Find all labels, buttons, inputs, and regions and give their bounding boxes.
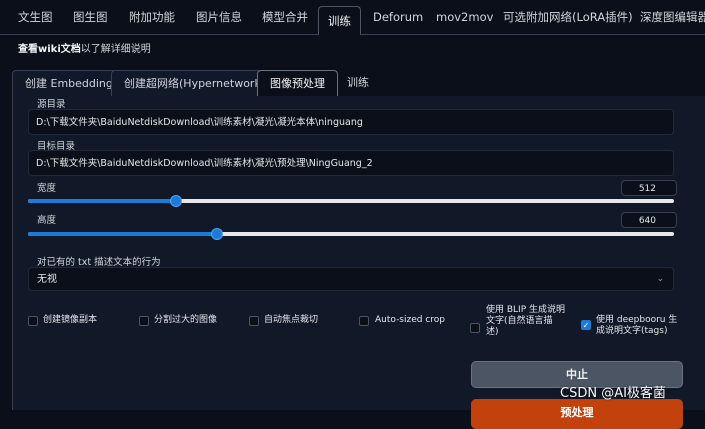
- blip-caption-label-line: 使用 BLIP 生成说明: [486, 305, 565, 315]
- deepbooru-caption-label-line: 成说明文字(tags): [596, 326, 668, 336]
- blip-caption-checkbox[interactable]: [470, 323, 480, 333]
- txt-action-label: 对已有的 txt 描述文本的行为: [37, 257, 161, 268]
- split-oversized-checkbox[interactable]: [139, 316, 149, 326]
- check-icon: ✓: [582, 321, 590, 330]
- tab-create-embedding[interactable]: 创建 Embedding: [12, 70, 126, 97]
- top-nav: 文生图 图生图 附加功能 图片信息 模型合并 训练 Deforum mov2mo…: [0, 0, 705, 35]
- deepbooru-caption-label: 使用 deepbooru 生 成说明文字(tags): [596, 315, 677, 337]
- tab-preprocess-images[interactable]: 图像预处理: [257, 70, 338, 98]
- wiki-link[interactable]: 查看wiki文档: [18, 44, 81, 55]
- split-oversized-label: 分割过大的图像: [154, 315, 218, 325]
- auto-sized-crop-label: Auto-sized crop: [375, 315, 446, 325]
- source-dir-label: 源目录: [37, 99, 66, 110]
- blip-caption-label: 使用 BLIP 生成说明 文字(自然语言描 述): [486, 305, 565, 338]
- height-slider[interactable]: [28, 228, 674, 240]
- tab-checkpoint-merger[interactable]: 模型合并: [262, 0, 308, 34]
- watermark: CSDN @AI极客菌: [560, 386, 666, 401]
- width-slider-fill: [28, 199, 176, 203]
- deepbooru-caption-label-line: 使用 deepbooru 生: [596, 315, 678, 325]
- height-number-input[interactable]: 640: [621, 212, 677, 228]
- wiki-notice-text: 以了解详细说明: [80, 44, 151, 55]
- tab-additional-networks[interactable]: 可选附加网络(LoRA插件): [503, 0, 633, 34]
- height-slider-fill: [28, 232, 217, 236]
- auto-focal-crop-checkbox[interactable]: [249, 316, 259, 326]
- chevron-down-icon: ⌄: [656, 274, 664, 284]
- txt-action-value: 无视: [37, 274, 57, 285]
- height-slider-thumb[interactable]: [210, 228, 223, 240]
- target-dir-input[interactable]: D:\下载文件夹\BaiduNetdiskDownload\训练素材\凝光\预处…: [28, 150, 674, 176]
- create-flipped-copies-checkbox[interactable]: [28, 316, 38, 326]
- txt-action-select[interactable]: 无视 ⌄: [28, 267, 674, 291]
- width-number-input[interactable]: 512: [621, 180, 677, 196]
- auto-sized-crop-checkbox[interactable]: [359, 316, 369, 326]
- deepbooru-caption-checkbox[interactable]: ✓: [581, 320, 591, 330]
- tab-extras[interactable]: 附加功能: [129, 0, 175, 34]
- wiki-notice: 查看wiki文档以了解详细说明: [18, 40, 151, 55]
- tab-deforum[interactable]: Deforum: [373, 0, 423, 34]
- tab-txt2img[interactable]: 文生图: [18, 0, 53, 34]
- create-flipped-copies-label: 创建镜像副本: [43, 315, 98, 325]
- tab-depth-editor[interactable]: 深度图编辑器: [640, 0, 705, 34]
- tab-create-hypernetwork[interactable]: 创建超网络(Hypernetwork): [111, 70, 279, 97]
- tab-mov2mov[interactable]: mov2mov: [436, 0, 493, 34]
- tab-train-sub[interactable]: 训练: [335, 70, 381, 96]
- width-slider[interactable]: [28, 195, 674, 207]
- blip-caption-label-line: 述): [486, 327, 499, 337]
- width-label: 宽度: [37, 183, 57, 194]
- train-subtabs: 创建 Embedding 创建超网络(Hypernetwork) 图像预处理 训…: [12, 70, 705, 98]
- blip-caption-label-line: 文字(自然语言描: [486, 316, 553, 326]
- preprocess-button[interactable]: 预处理: [471, 399, 683, 429]
- source-dir-input[interactable]: D:\下载文件夹\BaiduNetdiskDownload\训练素材\凝光\凝光…: [28, 109, 674, 135]
- auto-focal-crop-label: 自动焦点裁切: [264, 315, 319, 325]
- height-label: 高度: [37, 215, 57, 226]
- tab-train[interactable]: 训练: [318, 6, 361, 35]
- tab-img2img[interactable]: 图生图: [73, 0, 108, 34]
- tab-png-info[interactable]: 图片信息: [196, 0, 242, 34]
- width-slider-thumb[interactable]: [169, 195, 182, 207]
